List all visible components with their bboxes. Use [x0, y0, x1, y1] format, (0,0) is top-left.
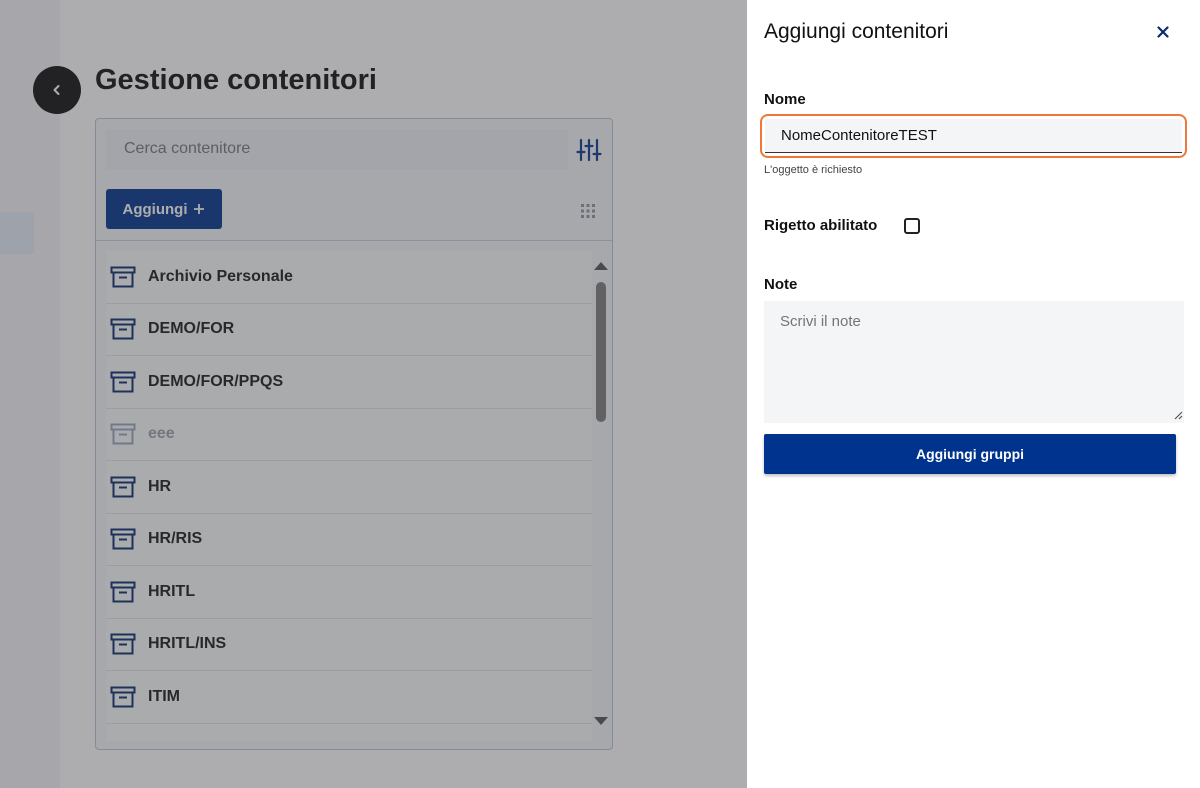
resize-handle-icon[interactable]	[1173, 410, 1183, 420]
drawer-title: Aggiungi contenitori	[764, 20, 949, 43]
add-groups-button[interactable]: Aggiungi gruppi	[764, 434, 1176, 474]
name-input[interactable]	[765, 119, 1182, 153]
notes-textarea[interactable]	[764, 301, 1184, 423]
add-container-drawer: Aggiungi contenitori Nome L'oggetto è ri…	[747, 0, 1200, 788]
name-label: Nome	[764, 91, 806, 108]
reject-enabled-checkbox[interactable]	[904, 218, 920, 234]
modal-overlay[interactable]	[0, 0, 747, 788]
notes-label: Note	[764, 276, 798, 293]
name-field-focus-ring	[760, 114, 1187, 158]
reject-enabled-label: Rigetto abilitato	[764, 217, 878, 234]
close-icon	[1157, 26, 1169, 38]
close-button[interactable]	[1153, 22, 1173, 42]
name-helper-text: L'oggetto è richiesto	[764, 164, 863, 176]
